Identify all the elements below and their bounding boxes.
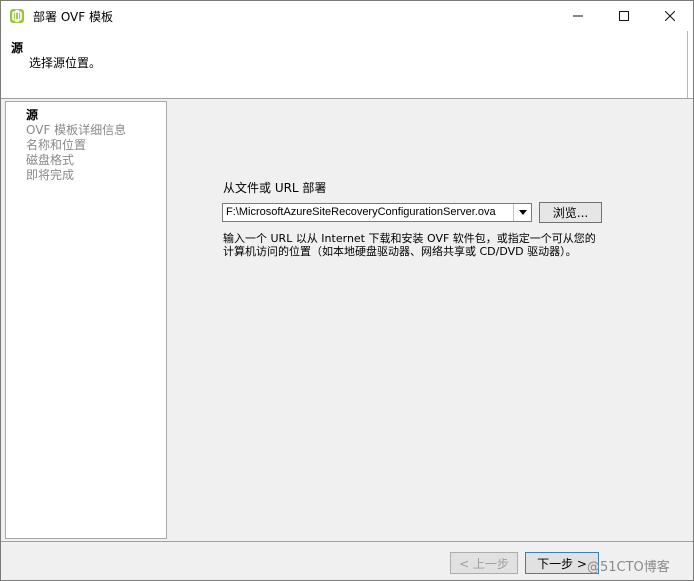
header-divider <box>687 31 688 98</box>
help-text-line-1: 输入一个 URL 以从 Internet 下载和安装 OVF 软件包，或指定一个… <box>223 232 596 245</box>
wizard-body: 源 OVF 模板详细信息 名称和位置 磁盘格式 即将完成 从文件或 URL 部署… <box>1 99 693 541</box>
back-button[interactable]: < 上一步 <box>450 552 518 574</box>
source-path-combobox[interactable]: F:\MicrosoftAzureSiteRecoveryConfigurati… <box>222 203 532 222</box>
close-button[interactable] <box>647 1 693 31</box>
deploy-ovf-window: 部署 OVF 模板 源 选择源位置。 源 OVF 模板详细信息 名称和位置 磁盘… <box>0 0 694 581</box>
browse-button[interactable]: 浏览... <box>539 202 602 223</box>
title-bar: 部署 OVF 模板 <box>1 1 693 31</box>
maximize-icon <box>619 11 629 21</box>
page-title: 源 <box>11 41 24 55</box>
close-icon <box>665 11 675 21</box>
source-path-value[interactable]: F:\MicrosoftAzureSiteRecoveryConfigurati… <box>226 206 496 218</box>
page-subtitle: 选择源位置。 <box>29 56 102 70</box>
minimize-icon <box>573 15 583 17</box>
wizard-steps-panel: 源 OVF 模板详细信息 名称和位置 磁盘格式 即将完成 <box>5 101 167 539</box>
chevron-down-icon <box>518 210 527 215</box>
minimize-button[interactable] <box>555 1 601 31</box>
vsphere-app-icon <box>9 8 25 24</box>
combo-dropdown-button[interactable] <box>513 204 531 221</box>
watermark: @51CTO博客 <box>587 560 670 575</box>
wizard-footer: < 上一步 下一步 > @51CTO博客 <box>1 541 693 580</box>
window-title: 部署 OVF 模板 <box>33 10 113 24</box>
step-ready[interactable]: 即将完成 <box>26 166 74 183</box>
wizard-header: 源 选择源位置。 <box>1 31 693 99</box>
help-text: 输入一个 URL 以从 Internet 下载和安装 OVF 软件包，或指定一个… <box>223 232 603 258</box>
help-text-line-2: 计算机访问的位置（如本地硬盘驱动器、网络共享或 CD/DVD 驱动器）。 <box>223 245 577 258</box>
maximize-button[interactable] <box>601 1 647 31</box>
wizard-content: 从文件或 URL 部署 F:\MicrosoftAzureSiteRecover… <box>167 99 687 541</box>
source-label: 从文件或 URL 部署 <box>223 181 327 195</box>
